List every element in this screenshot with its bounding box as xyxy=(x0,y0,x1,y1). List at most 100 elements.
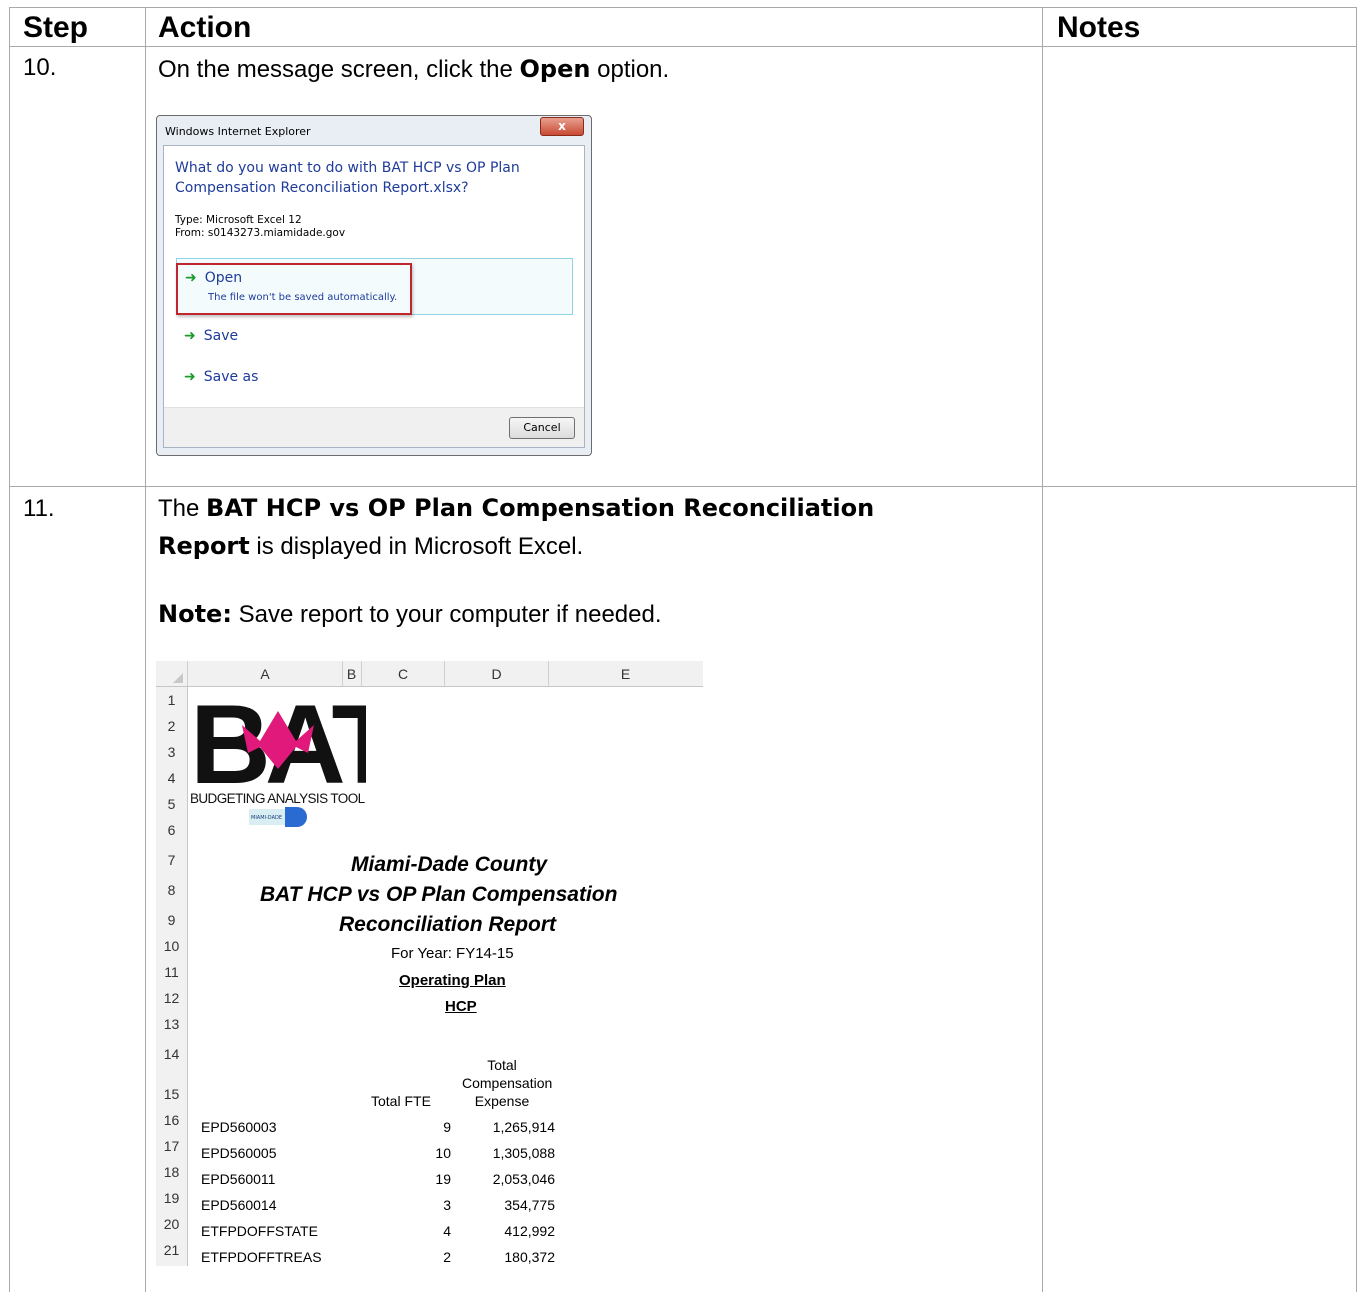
report-hcp-label: HCP xyxy=(445,998,477,1015)
row-header[interactable]: 18 xyxy=(156,1164,187,1180)
table-row-fte: 19 xyxy=(435,1171,451,1187)
table-row-expense: 412,992 xyxy=(504,1223,555,1239)
row-header[interactable]: 15 xyxy=(156,1086,187,1102)
save-button[interactable]: ➜ Save xyxy=(184,328,238,344)
col-header-comp-line: Total xyxy=(487,1057,517,1073)
report-title-line3: Reconciliation Report xyxy=(339,913,557,936)
miami-dade-logo: MIAMI-DADE xyxy=(249,807,307,827)
save-as-button[interactable]: ➜ Save as xyxy=(184,369,258,385)
row-header[interactable]: 1 xyxy=(156,692,187,708)
report-year: For Year: FY14-15 xyxy=(391,945,514,962)
header-step: Step xyxy=(23,11,89,44)
column-header-b[interactable]: B xyxy=(342,661,362,686)
column-header-e[interactable]: E xyxy=(549,661,702,686)
table-row-expense: 354,775 xyxy=(504,1197,555,1213)
open-option[interactable]: ➜ Open The file won't be saved automatica… xyxy=(176,258,573,315)
cancel-button[interactable]: Cancel xyxy=(509,417,575,439)
report-title-line2: BAT HCP vs OP Plan Compensation xyxy=(260,883,618,906)
table-row-name: EPD560014 xyxy=(201,1197,277,1213)
row-header[interactable]: 5 xyxy=(156,796,187,812)
header-notes: Notes xyxy=(1057,11,1141,44)
report-name: BAT HCP vs OP Plan Compensation Reconcil… xyxy=(206,494,875,522)
header-action: Action xyxy=(158,11,252,44)
row-divider xyxy=(10,46,1356,47)
row-header[interactable]: 11 xyxy=(156,964,187,980)
column-header-d[interactable]: D xyxy=(445,661,549,686)
ie-download-dialog: Windows Internet Explorer x What do you … xyxy=(156,115,592,456)
row-header[interactable]: 8 xyxy=(156,882,187,898)
right-arrow-icon: ➜ xyxy=(185,270,197,286)
row-header-bar: 1 2 3 4 5 6 7 8 9 10 11 12 13 14 15 16 1… xyxy=(156,687,188,1266)
file-type: Type: Microsoft Excel 12 xyxy=(175,214,302,226)
row-header[interactable]: 7 xyxy=(156,852,187,868)
row-header[interactable]: 10 xyxy=(156,938,187,954)
dialog-title: Windows Internet Explorer xyxy=(165,125,311,138)
col-header-comp-line: Compensation xyxy=(462,1075,553,1091)
row-header[interactable]: 21 xyxy=(156,1242,187,1258)
save-label: Save xyxy=(203,328,239,344)
table-row-fte: 2 xyxy=(443,1249,451,1265)
row-header[interactable]: 19 xyxy=(156,1190,187,1206)
close-button[interactable]: x xyxy=(540,117,584,136)
table-row-expense: 180,372 xyxy=(504,1249,555,1265)
row-divider xyxy=(10,486,1356,487)
file-info: Type: Microsoft Excel 12 From: s0143273.… xyxy=(175,214,345,240)
row-header[interactable]: 6 xyxy=(156,822,187,838)
table-row-expense: 1,265,914 xyxy=(492,1119,555,1135)
open-subtext: The file won't be saved automatically. xyxy=(208,292,398,303)
note-text: Save report to your computer if needed. xyxy=(231,601,662,628)
step-number: 11. xyxy=(23,495,55,522)
row-header[interactable]: 17 xyxy=(156,1138,187,1154)
select-all-corner[interactable] xyxy=(156,661,187,686)
table-row-name: EPD560003 xyxy=(201,1119,277,1135)
note-line: Note: Save report to your computer if ne… xyxy=(158,595,662,634)
instruction-emphasis: Open xyxy=(519,55,591,83)
column-divider xyxy=(1042,8,1043,1292)
column-header-bar: A B C D E xyxy=(156,661,703,687)
instruction-table: Step Action Notes 10. On the message scr… xyxy=(9,7,1357,1292)
note-label: Note: xyxy=(158,600,232,628)
col-header-comp-line: Expense xyxy=(474,1093,530,1109)
table-row-fte: 4 xyxy=(443,1223,451,1239)
instruction-text: is displayed in Microsoft Excel. xyxy=(249,533,584,560)
table-row-fte: 3 xyxy=(443,1197,451,1213)
row-header[interactable]: 4 xyxy=(156,770,187,786)
col-header-fte: Total FTE xyxy=(371,1093,431,1109)
table-row-name: EPD560005 xyxy=(201,1145,277,1161)
excel-preview: A B C D E 1 2 3 4 5 6 7 8 9 10 11 12 13 … xyxy=(156,661,703,1266)
table-row-name: ETFPDOFFSTATE xyxy=(201,1223,318,1239)
row-header[interactable]: 9 xyxy=(156,912,187,928)
instruction-text: The xyxy=(158,495,207,522)
table-row-fte: 10 xyxy=(435,1145,451,1161)
step-instruction: On the message screen, click the Open op… xyxy=(158,50,669,89)
instruction-text: On the message screen, click the xyxy=(158,56,520,83)
step-instruction-cont: Report is displayed in Microsoft Excel. xyxy=(158,527,583,566)
table-row-name: EPD560011 xyxy=(201,1171,276,1187)
right-arrow-icon: ➜ xyxy=(184,328,196,344)
step-instruction: The BAT HCP vs OP Plan Compensation Reco… xyxy=(158,489,874,528)
right-arrow-icon: ➜ xyxy=(184,369,196,385)
column-header-c[interactable]: C xyxy=(362,661,445,686)
report-name: Report xyxy=(158,532,250,560)
row-header[interactable]: 20 xyxy=(156,1216,187,1232)
row-header[interactable]: 2 xyxy=(156,718,187,734)
report-plan-label: Operating Plan xyxy=(399,972,506,989)
row-header[interactable]: 13 xyxy=(156,1016,187,1032)
dialog-question: What do you want to do with BAT HCP vs O… xyxy=(175,160,520,196)
column-header-a[interactable]: A xyxy=(187,661,343,686)
col-header-comp: Total Compensation Expense xyxy=(462,1056,553,1110)
open-label: Open xyxy=(204,270,243,286)
file-source: From: s0143273.miamidade.gov xyxy=(175,227,346,239)
row-header[interactable]: 12 xyxy=(156,990,187,1006)
dialog-footer: Cancel xyxy=(164,407,584,447)
save-as-label: Save as xyxy=(203,369,259,385)
county-logo-text: MIAMI-DADE xyxy=(251,815,282,821)
dialog-body: What do you want to do with BAT HCP vs O… xyxy=(163,145,585,448)
row-header[interactable]: 16 xyxy=(156,1112,187,1128)
logo-caption: BUDGETING ANALYSIS TOOL xyxy=(190,791,366,806)
open-button[interactable]: ➜ Open xyxy=(185,270,242,286)
step-number: 10. xyxy=(23,54,57,81)
row-header[interactable]: 3 xyxy=(156,744,187,760)
instruction-text: option. xyxy=(590,56,670,83)
row-header[interactable]: 14 xyxy=(156,1046,187,1062)
